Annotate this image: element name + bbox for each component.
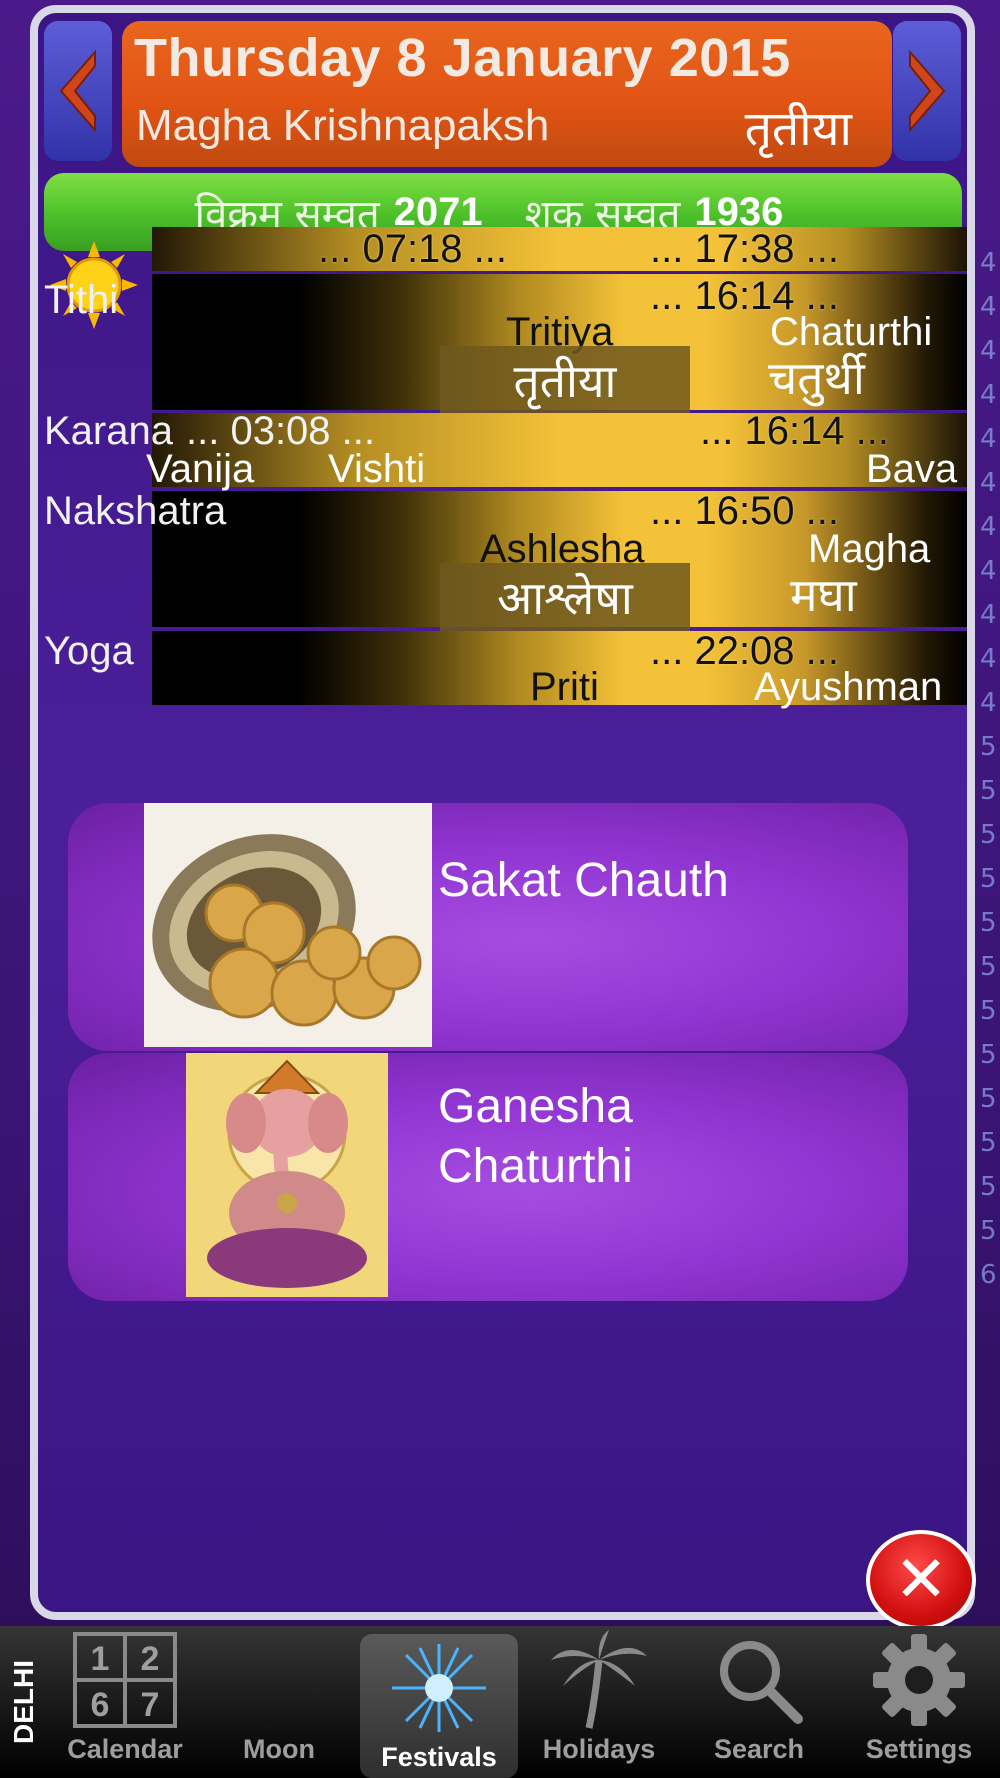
tab-festivals[interactable]: Festivals xyxy=(360,1634,518,1778)
karana-row: Karana ... 03:08 ... ... 16:14 ... Vanij… xyxy=(38,409,967,491)
tithi-hindi: तृतीया xyxy=(744,101,852,157)
ganesha-image xyxy=(186,1053,388,1297)
edge-number: 5 xyxy=(980,1172,997,1202)
tithi-next-hindi: चतुर्थी xyxy=(768,351,865,405)
karana-name-1: Vanija xyxy=(146,447,255,491)
edge-number: 5 xyxy=(980,864,997,894)
tab-search[interactable]: Search xyxy=(680,1626,838,1778)
edge-number: 4 xyxy=(980,336,997,366)
edge-number: 4 xyxy=(980,600,997,630)
karana-time-2: ... 16:14 ... xyxy=(700,409,890,453)
karana-name-3: Bava xyxy=(866,447,958,491)
tab-label: Search xyxy=(713,1734,805,1764)
edge-number: 5 xyxy=(980,1084,997,1114)
festival-name-line-1: Ganesha xyxy=(438,1080,633,1133)
calendar-digit: 1 xyxy=(91,1640,110,1678)
edge-number: 4 xyxy=(980,512,997,542)
festival-name: Sakat Chauth xyxy=(438,854,729,907)
tab-holidays[interactable]: Holidays xyxy=(520,1626,678,1778)
yoga-label: Yoga xyxy=(44,629,134,673)
sun-row: ... 07:18 ... ... 17:38 ... xyxy=(38,227,967,271)
lunar-month: Magha Krishnapaksh xyxy=(136,101,550,150)
chevron-right-icon xyxy=(909,49,946,133)
tithi-current-hindi: तृतीया xyxy=(440,346,690,414)
tab-moon[interactable]: Moon xyxy=(200,1626,358,1778)
nakshatra-row: Nakshatra ... 16:50 ... Ashlesha Magha आ… xyxy=(38,489,967,631)
edge-number: 5 xyxy=(980,996,997,1026)
tab-bar: DELHI 1 2 6 7 Calendar Moon Festivals Ho… xyxy=(0,1626,1000,1778)
tab-label: Moon xyxy=(243,1734,315,1764)
edge-number: 4 xyxy=(980,556,997,586)
edge-number: 4 xyxy=(980,424,997,454)
chevron-left-icon xyxy=(59,49,96,133)
tithi-label: Tithi xyxy=(44,278,119,322)
edge-number: 5 xyxy=(980,1128,997,1158)
edge-number: 5 xyxy=(980,820,997,850)
edge-number: 5 xyxy=(980,1040,997,1070)
tab-label: Calendar xyxy=(67,1734,183,1764)
festival-item-sakat-chauth[interactable]: Sakat Chauth xyxy=(68,803,908,1051)
edge-number: 5 xyxy=(980,776,997,806)
edge-number: 6 xyxy=(980,1260,997,1290)
edge-number: 5 xyxy=(980,732,997,762)
sunrise-time: ... 07:18 ... xyxy=(318,227,508,271)
festival-item-ganesha-chaturthi[interactable]: Ganesha Chaturthi xyxy=(68,1053,908,1301)
nakshatra-label: Nakshatra xyxy=(44,489,227,533)
edge-number: 4 xyxy=(980,248,997,278)
edge-number: 5 xyxy=(980,952,997,982)
festival-name-line-2: Chaturthi xyxy=(438,1140,633,1193)
edge-number: 4 xyxy=(980,380,997,410)
close-icon: ✕ xyxy=(894,1543,948,1617)
day-detail-card: Thursday 8 January 2015 Magha Krishnapak… xyxy=(30,5,975,1620)
edge-number: 4 xyxy=(980,688,997,718)
nakshatra-next-hindi: मघा xyxy=(790,568,857,622)
close-button[interactable]: ✕ xyxy=(866,1530,976,1630)
gear-icon xyxy=(871,1626,967,1734)
sweets-bowl-image xyxy=(144,803,432,1047)
edge-number: 5 xyxy=(980,1216,997,1246)
previous-day-button[interactable] xyxy=(44,21,112,161)
yoga-row: Yoga ... 22:08 ... Priti Ayushman xyxy=(38,629,967,709)
edge-number: 4 xyxy=(980,468,997,498)
festivals-icon xyxy=(384,1634,494,1742)
city-name: DELHI xyxy=(8,1660,39,1744)
edge-number: 4 xyxy=(980,644,997,674)
yoga-next: Ayushman xyxy=(754,665,943,709)
tab-label: Festivals xyxy=(381,1742,497,1772)
date-header: Thursday 8 January 2015 Magha Krishnapak… xyxy=(122,21,892,167)
sunset-time: ... 17:38 ... xyxy=(650,227,840,271)
city-selector[interactable]: DELHI xyxy=(0,1626,48,1778)
tithi-row: Tithi ... 16:14 ... Tritiya Chaturthi तृ… xyxy=(38,274,967,414)
tab-calendar[interactable]: 1 2 6 7 Calendar xyxy=(46,1626,204,1778)
karana-name-2: Vishti xyxy=(328,447,426,491)
palm-tree-icon xyxy=(549,1626,649,1734)
date-title: Thursday 8 January 2015 xyxy=(134,28,791,88)
edge-number: 4 xyxy=(980,292,997,322)
nakshatra-current-hindi: आश्लेषा xyxy=(440,563,690,631)
tab-label: Holidays xyxy=(542,1734,656,1764)
tab-settings[interactable]: Settings xyxy=(840,1626,998,1778)
calendar-digit: 2 xyxy=(141,1640,160,1678)
calendar-digit: 7 xyxy=(141,1686,160,1724)
calendar-icon: 1 2 6 7 xyxy=(73,1626,177,1734)
moon-icon xyxy=(239,1626,319,1734)
next-day-button[interactable] xyxy=(893,21,961,161)
tab-label: Settings xyxy=(865,1734,973,1764)
yoga-current: Priti xyxy=(530,665,599,709)
edge-number: 5 xyxy=(980,908,997,938)
edge-calendar-numbers: 4 4 4 4 4 4 4 4 4 4 4 5 5 5 5 5 5 5 5 5 … xyxy=(980,248,1000,1304)
calendar-digit: 6 xyxy=(91,1686,110,1724)
search-icon xyxy=(714,1626,804,1734)
